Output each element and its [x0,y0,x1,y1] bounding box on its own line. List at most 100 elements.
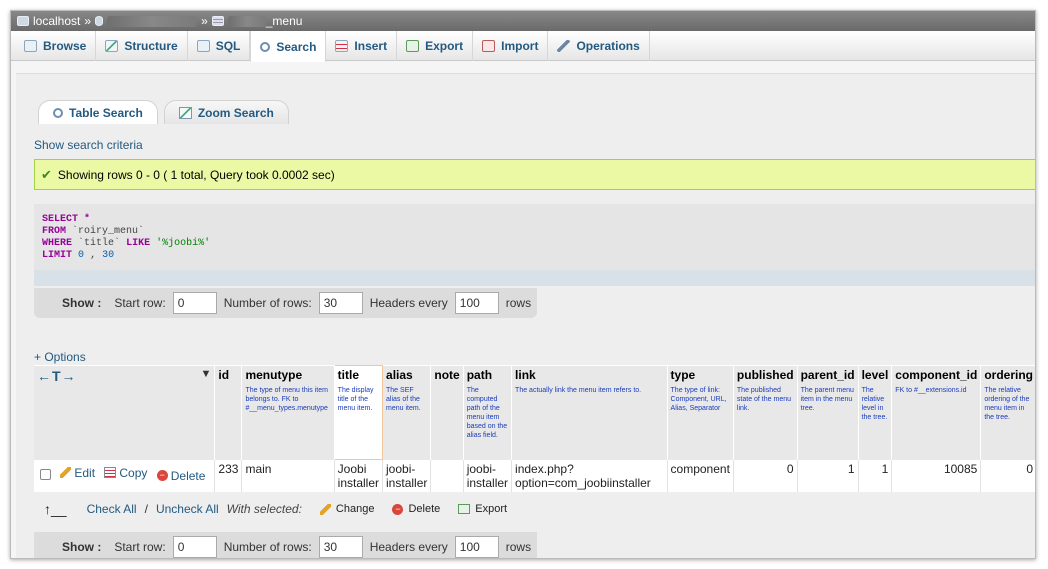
tab-sql[interactable]: SQL [188,31,251,61]
change-button[interactable]: Change [319,503,375,515]
server-icon [17,16,29,26]
search-icon [53,107,63,118]
column-header[interactable]: id [214,365,243,460]
top-tabs: Browse Structure SQL Search Insert Expor… [11,31,1035,62]
uncheck-all-link[interactable]: Uncheck All [156,502,219,516]
sql-table: `roiry_menu` [72,226,145,237]
delete-icon: − [392,503,404,515]
cell-id[interactable]: 233 [214,459,243,492]
export-selected-button[interactable]: Export [458,503,507,515]
sql-keyword: LIMIT [42,250,73,261]
cell-published[interactable]: 0 [733,459,798,492]
operations-icon [557,40,571,52]
column-header[interactable]: parent_id The parent menu item in the men… [797,365,859,460]
edit-button[interactable]: Edit [60,466,95,480]
column-comment: The relative ordering of the menu item i… [984,386,1030,421]
column-name[interactable]: ordering [984,368,1033,382]
cell-note[interactable] [430,459,464,492]
column-comment: FK to #__extensions.id [895,386,967,394]
column-name[interactable]: level [862,368,889,382]
column-header[interactable]: note [430,365,464,460]
cell-level[interactable]: 1 [858,459,893,492]
tab-label: Browse [43,39,87,53]
cell-parent-id[interactable]: 1 [797,459,859,492]
tab-operations[interactable]: Operations [548,31,650,61]
chevron-down-icon[interactable]: ▼ [201,368,212,380]
tab-structure[interactable]: Structure [96,31,188,61]
tab-import[interactable]: Import [473,31,549,61]
column-header[interactable]: published The published state of the menu… [733,365,798,460]
column-name[interactable]: component_id [895,368,977,382]
column-arrows-icon[interactable]: ←T→ [37,368,77,384]
num-rows-label: Number of rows: [223,296,312,310]
column-name[interactable]: parent_id [801,368,855,382]
options-link[interactable]: + Options [34,350,86,364]
cell-alias[interactable]: joobi-installer [382,459,432,492]
cell-path[interactable]: joobi-installer [463,459,513,492]
column-header[interactable]: menutype The type of menu this item belon… [241,365,335,460]
column-name[interactable]: alias [386,368,413,382]
tab-search[interactable]: Search [250,31,327,62]
browser-frame: localhost » » _menu Browse Structure SQL… [10,10,1036,559]
headers-every-input[interactable]: 100 [454,292,499,314]
start-row-input[interactable]: 0 [172,536,217,558]
show-search-criteria-link[interactable]: Show search criteria [34,138,143,152]
sql-keyword: LIKE [126,238,151,249]
column-name[interactable]: link [515,368,536,382]
column-header[interactable]: type The type of link: Component, URL, Al… [667,365,734,460]
cell-ordering[interactable]: 0 [980,459,1035,492]
cell-component-id[interactable]: 10085 [891,459,982,492]
copy-label: Copy [119,465,148,480]
column-header[interactable]: path The computed path of the menu item b… [463,365,513,460]
tab-insert[interactable]: Insert [326,31,398,61]
column-name[interactable]: path [467,368,492,382]
cell-title[interactable]: Joobi installer [334,459,384,492]
headers-every-input[interactable]: 100 [454,536,499,558]
pencil-icon [60,467,72,478]
column-header[interactable]: link The actually link the menu item refe… [511,365,668,460]
column-header-actions: ←T→ ▼ [34,365,216,460]
copy-icon [104,467,117,478]
column-name[interactable]: note [434,368,459,382]
start-row-input[interactable]: 0 [172,292,217,314]
column-name[interactable]: id [218,368,229,382]
subtab-zoom-search[interactable]: Zoom Search [163,100,289,124]
breadcrumb-table-redacted[interactable] [227,15,266,27]
column-header[interactable]: component_id FK to #__extensions.id [891,365,982,460]
row-checkbox[interactable] [40,469,51,481]
num-rows-input[interactable]: 30 [318,292,363,314]
cell-link[interactable]: index.php?option=com_joobiinstaller [511,459,668,492]
cell-menutype[interactable]: main [241,459,335,492]
sql-icon [196,40,210,52]
check-all-link[interactable]: Check All [87,502,137,516]
column-header[interactable]: title The display title of the menu item. [333,365,384,460]
tab-browse[interactable]: Browse [15,31,97,61]
column-header[interactable]: level The relative level in the tree. [858,365,893,460]
column-header[interactable]: ordering The relative ordering of the men… [980,365,1035,460]
breadcrumb-database-redacted[interactable] [107,15,198,27]
column-name[interactable]: menutype [245,368,302,382]
subtab-table-search[interactable]: Table Search [38,100,158,124]
start-row-label: Start row: [114,540,166,554]
copy-button[interactable]: Copy [104,466,147,480]
delete-selected-button[interactable]: − Delete [392,503,440,515]
column-header[interactable]: alias The SEF alias of the menu item. [382,365,432,460]
breadcrumb-server[interactable]: localhost [33,14,80,28]
delete-label: Delete [170,468,206,483]
num-rows-input[interactable]: 30 [318,536,363,558]
column-name[interactable]: type [671,368,696,382]
rows-label: rows [505,296,532,310]
delete-button[interactable]: − Delete [156,468,206,483]
breadcrumb-table-suffix[interactable]: _menu [266,14,303,28]
cell-type[interactable]: component [667,459,734,492]
slash-separator: / [144,502,148,516]
insert-icon [335,40,349,52]
num-rows-label: Number of rows: [223,540,312,554]
bulk-actions: ↑__ Check All / Uncheck All With selecte… [44,501,507,517]
sql-star: * [84,214,91,225]
arrow-up-left-icon: ↑__ [44,501,67,517]
column-name[interactable]: title [338,368,359,382]
change-label: Change [335,503,375,515]
column-name[interactable]: published [737,368,794,382]
tab-export[interactable]: Export [397,31,474,61]
